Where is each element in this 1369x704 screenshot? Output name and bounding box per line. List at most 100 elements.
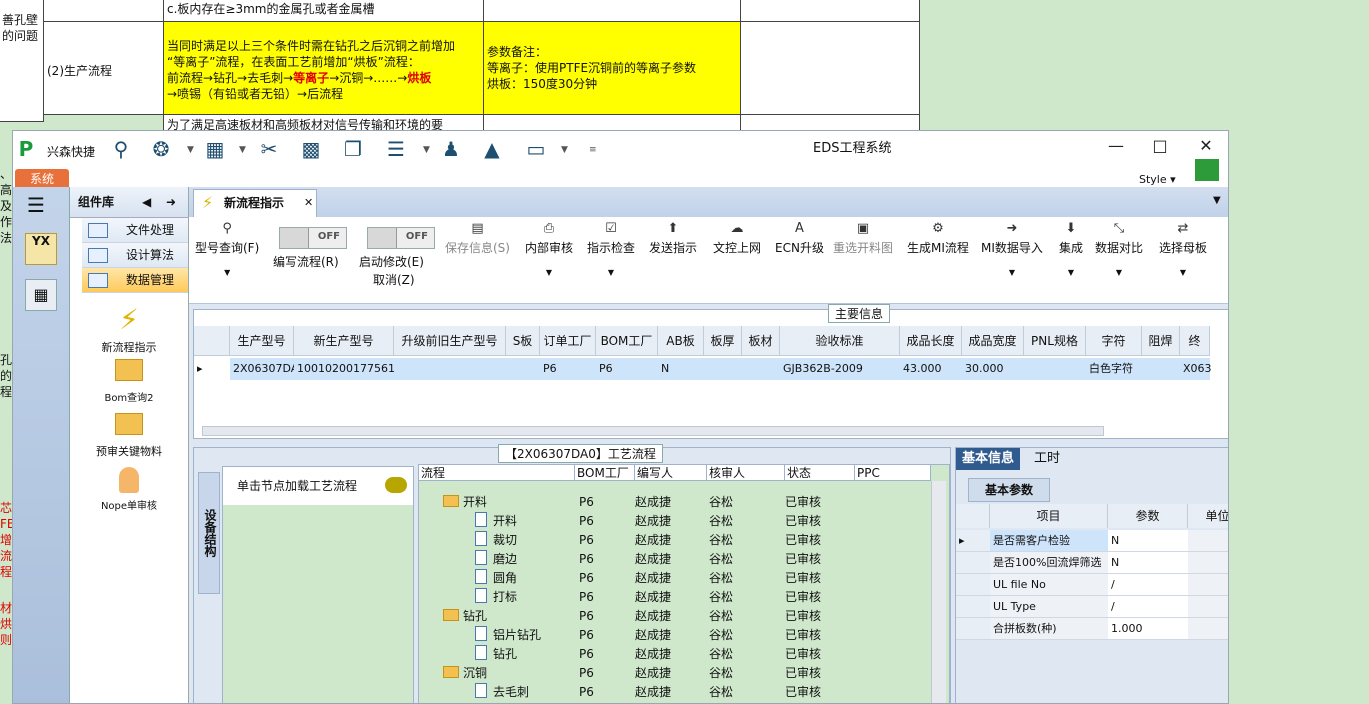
tab-list-dropdown-icon[interactable]: ▼ — [1213, 195, 1221, 206]
param-value[interactable]: N — [1108, 530, 1188, 552]
table-icon[interactable]: ▦ — [201, 135, 229, 163]
grid-cell[interactable]: 10010200177561 — [294, 358, 395, 380]
tree-leaf-node[interactable]: 圆角 — [475, 569, 517, 588]
grid-cell[interactable]: P6 — [596, 358, 658, 380]
param-value[interactable]: / — [1108, 596, 1188, 618]
column-header[interactable]: 编写人 — [635, 465, 707, 481]
tree-row[interactable]: 钻孔 P6 赵成捷 谷松 已审核 — [419, 607, 939, 626]
library-item-data[interactable]: 数据管理 — [82, 268, 188, 293]
column-header[interactable]: 字符 — [1086, 326, 1142, 356]
param-row[interactable]: UL Type / — [956, 596, 1228, 618]
tree-leaf-node[interactable]: 开料 — [475, 512, 517, 531]
tree-leaf-node[interactable]: 打标 — [475, 588, 517, 607]
column-header[interactable]: 生产型号 — [230, 326, 294, 356]
row-selector[interactable] — [956, 596, 990, 618]
tree-row[interactable]: 钻孔 P6 赵成捷 谷松 已审核 — [419, 645, 939, 664]
tree-row[interactable]: 圆角 P6 赵成捷 谷松 已审核 — [419, 569, 939, 588]
send-instruction-button[interactable]: ⬆ 发送指示 — [649, 221, 697, 256]
column-header[interactable]: 板材 — [742, 326, 780, 356]
column-header[interactable]: 项目 — [990, 504, 1108, 528]
tree-row[interactable]: 打标 P6 赵成捷 谷松 已审核 — [419, 588, 939, 607]
column-header[interactable]: BOM工厂 — [575, 465, 635, 481]
chevron-down-icon[interactable]: ▼ — [423, 145, 430, 155]
data-compare-button[interactable]: ⤡ 数据对比 ▼ — [1095, 221, 1143, 277]
row-selector[interactable]: ▸ — [194, 358, 230, 380]
internal-review-button[interactable]: ⎙ 内部审核 ▼ — [525, 221, 573, 277]
column-header[interactable]: 升级前旧生产型号 — [394, 326, 506, 356]
column-header[interactable]: 终 — [1180, 326, 1210, 356]
model-query-button[interactable]: ⚲ 型号查询(F) ▼ — [195, 221, 259, 277]
yx-module-icon[interactable]: YX — [25, 233, 57, 265]
param-value[interactable]: / — [1108, 574, 1188, 596]
tree-leaf-node[interactable]: 钻孔 — [475, 645, 517, 664]
chevron-down-icon[interactable]: ▼ — [239, 145, 246, 155]
tree-folder-node[interactable]: 钻孔 — [443, 607, 487, 626]
column-header[interactable]: 验收标准 — [780, 326, 900, 356]
grid-cell[interactable] — [1024, 358, 1086, 380]
system-tab[interactable]: 系统 — [15, 169, 69, 189]
style-dropdown[interactable]: Style ▾ — [1139, 173, 1176, 186]
column-header[interactable]: 单位 — [1188, 504, 1228, 528]
tree-row[interactable]: 沉铜 P6 赵成捷 谷松 已审核 — [419, 664, 939, 683]
grid-cell[interactable] — [1142, 358, 1180, 380]
chevron-down-icon[interactable]: ▼ — [561, 145, 568, 155]
integrate-button[interactable]: ⬇ 集成 ▼ — [1059, 221, 1083, 277]
tool-nope-review[interactable]: Nope单审核 — [70, 467, 188, 512]
row-selector[interactable] — [956, 618, 990, 640]
column-header[interactable]: S板 — [506, 326, 540, 356]
tree-leaf-node[interactable]: 裁切 — [475, 531, 517, 550]
param-row[interactable]: UL file No / — [956, 574, 1228, 596]
column-header[interactable]: AB板 — [658, 326, 704, 356]
grid-cell[interactable] — [394, 358, 506, 380]
copy-icon[interactable]: ❐ — [339, 135, 367, 163]
grid-cell[interactable]: 白色字符 — [1086, 358, 1142, 380]
equipment-structure-tab[interactable]: 设备结构 — [198, 472, 220, 594]
tree-row[interactable]: 磨边 P6 赵成捷 谷松 已审核 — [419, 550, 939, 569]
monitor-icon[interactable]: ▭ — [521, 135, 551, 163]
ecn-upgrade-button[interactable]: A ECN升级 — [775, 221, 824, 256]
doc-control-online-button[interactable]: ☁ 文控上网 — [713, 221, 761, 256]
param-row[interactable]: ▸ 是否需客户检验 N — [956, 530, 1228, 552]
tree-leaf-node[interactable]: 铝片钻孔 — [475, 626, 541, 645]
tab-basic-params[interactable]: 基本参数 — [968, 478, 1051, 502]
grid-cell[interactable]: 30.000 — [962, 358, 1024, 380]
tree-leaf-node[interactable]: 去毛刺 — [475, 683, 529, 702]
tool-bom-query[interactable]: Bom查询2 — [70, 359, 188, 404]
theme-icon[interactable] — [1195, 159, 1219, 181]
area-chart-icon[interactable]: ▲ — [477, 135, 507, 163]
grid-cell[interactable]: GJB362B-2009 — [780, 358, 900, 380]
reselect-cutting-map-button[interactable]: ▣ 重选开料图 — [833, 221, 893, 256]
grid-cell[interactable] — [506, 358, 540, 380]
customize-toolbar-icon[interactable]: ≡ — [589, 145, 597, 155]
instruction-check-button[interactable]: ☑ 指示检查 ▼ — [587, 221, 635, 277]
tool-prereview-material[interactable]: 预审关键物料 — [70, 413, 188, 459]
vertical-scrollbar[interactable] — [931, 481, 946, 703]
select-motherboard-button[interactable]: ⇄ 选择母板 ▼ — [1159, 221, 1207, 277]
row-selector[interactable] — [956, 574, 990, 596]
close-button[interactable]: ✕ — [1191, 135, 1221, 157]
cancel-label[interactable]: 取消(Z) — [373, 271, 415, 288]
tree-folder-node[interactable]: 开料 — [443, 493, 487, 512]
row-selector[interactable]: ▸ — [956, 530, 990, 552]
collapse-left-icon[interactable]: ◀ — [142, 187, 151, 217]
horizontal-scrollbar[interactable] — [202, 426, 1104, 436]
column-header[interactable]: 阻焊 — [1142, 326, 1180, 356]
calculator-icon[interactable]: ▦ — [25, 279, 57, 311]
close-tab-icon[interactable]: ✕ — [304, 190, 313, 216]
param-row[interactable]: 合拼板数(种) 1.000 — [956, 618, 1228, 640]
grid-cell[interactable]: 43.000 — [900, 358, 962, 380]
user-icon[interactable]: ♟ — [437, 135, 465, 163]
param-value[interactable]: 1.000 — [1108, 618, 1188, 640]
column-header[interactable]: PNL规格 — [1024, 326, 1086, 356]
column-header[interactable]: 成品长度 — [900, 326, 962, 356]
tab-work-hours[interactable]: 工时 — [1028, 448, 1066, 470]
tree-row[interactable]: 去毛刺 P6 赵成捷 谷松 已审核 — [419, 683, 939, 702]
pin-icon[interactable]: ➜ — [166, 187, 176, 217]
minimize-button[interactable]: — — [1101, 135, 1131, 157]
library-item-file[interactable]: 文件处理 — [82, 218, 188, 243]
enable-edit-toggle[interactable]: OFF — [367, 227, 435, 249]
chevron-down-icon[interactable]: ▼ — [187, 145, 194, 155]
column-header[interactable]: 状态 — [785, 465, 855, 481]
flow-hint[interactable]: 单击节点加载工艺流程 — [223, 467, 413, 505]
list-icon[interactable]: ☰ — [381, 135, 411, 163]
